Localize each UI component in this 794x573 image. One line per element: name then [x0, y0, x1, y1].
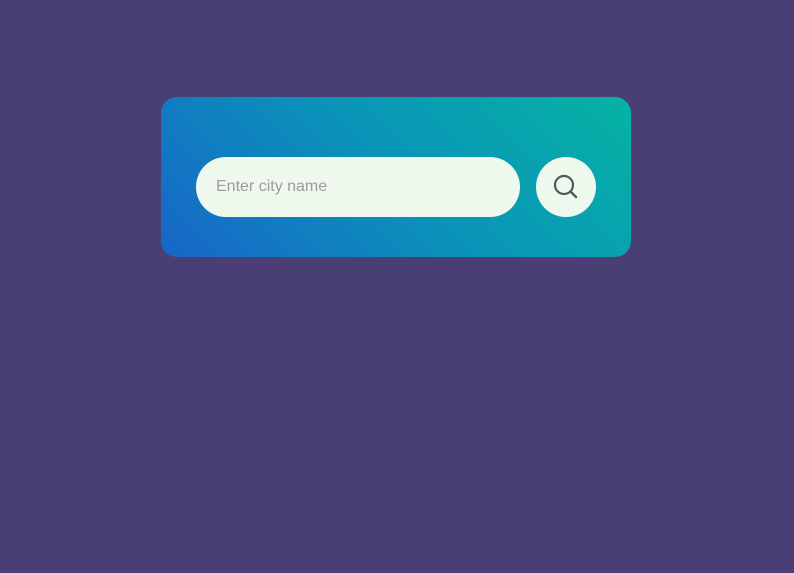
search-button[interactable] [536, 157, 596, 217]
search-row [196, 157, 596, 217]
search-icon [553, 174, 579, 200]
city-search-input[interactable] [196, 157, 520, 217]
search-card [161, 97, 631, 257]
